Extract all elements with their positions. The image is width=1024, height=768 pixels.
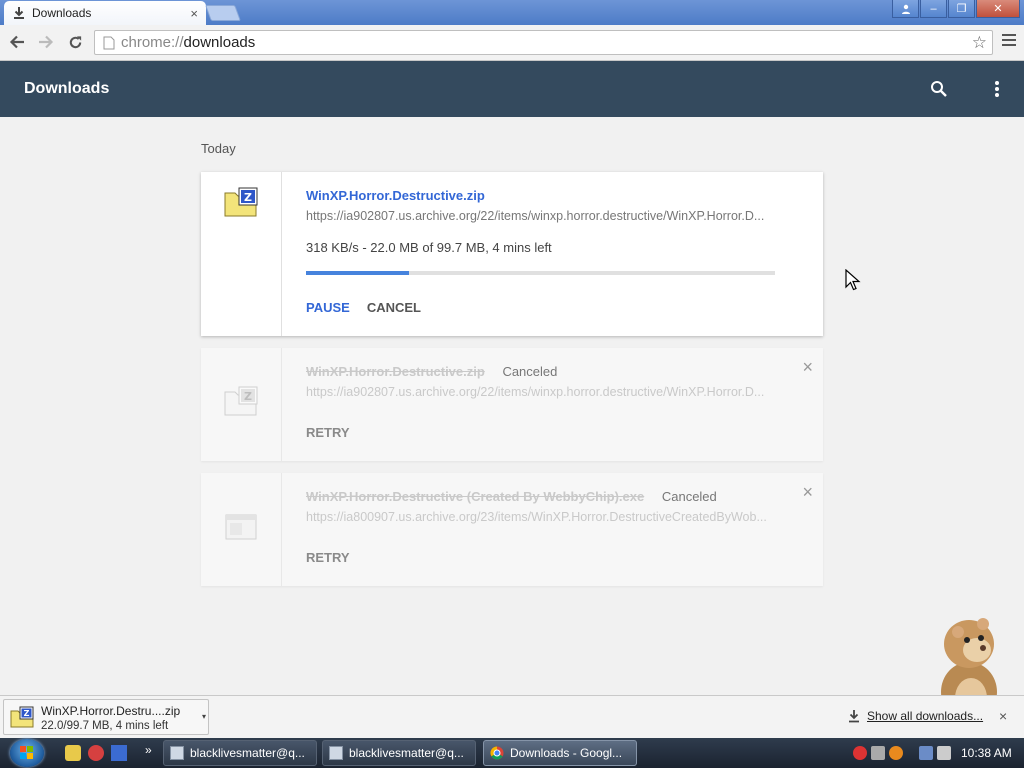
svg-text:Z: Z — [24, 709, 30, 718]
shelf-file-name: WinXP.Horror.Destru....zip — [41, 704, 181, 718]
file-icon-column: Z — [201, 172, 282, 336]
antivirus-icon[interactable] — [853, 746, 867, 760]
file-url[interactable]: https://ia902807.us.archive.org/22/items… — [306, 385, 776, 399]
retry-button[interactable]: RETRY — [306, 550, 350, 565]
download-item-canceled: Z WinXP.Horror.Destructive.zip Canceled … — [201, 348, 823, 461]
download-item-canceled: WinXP.Horror.Destructive (Created By Web… — [201, 473, 823, 586]
shelf-download-item[interactable]: Z WinXP.Horror.Destru....zip 22.0/99.7 M… — [3, 699, 209, 735]
tray-icon[interactable] — [889, 746, 903, 760]
file-title-row: WinXP.Horror.Destructive.zip Canceled — [306, 364, 557, 379]
pause-button[interactable]: PAUSE — [306, 300, 350, 315]
downloads-header: Downloads — [0, 61, 1024, 117]
page-title: Downloads — [24, 80, 110, 97]
window-title-bar: Downloads × – ❐ ✕ — [0, 0, 1024, 25]
tab-close-button[interactable]: × — [190, 6, 198, 21]
file-name: WinXP.Horror.Destructive.zip — [306, 364, 485, 379]
taskbar-button-label: Downloads - Googl... — [510, 746, 623, 760]
progress-bar-fill — [306, 271, 410, 275]
download-actions: RETRY — [306, 550, 350, 565]
cancel-button[interactable]: CANCEL — [367, 300, 421, 315]
taskbar-button-label: blacklivesmatter@q... — [349, 746, 464, 760]
retry-button[interactable]: RETRY — [306, 425, 350, 440]
forward-arrow-icon — [39, 35, 54, 49]
zip-file-icon: Z — [10, 706, 34, 728]
svg-text:Z: Z — [244, 390, 252, 403]
taskbar-clock[interactable]: 10:38 AM — [961, 746, 1012, 760]
bookmark-star-icon[interactable]: ☆ — [972, 33, 987, 53]
svg-text:Z: Z — [244, 191, 252, 204]
date-group-label: Today — [201, 141, 236, 156]
reload-button[interactable] — [65, 32, 85, 52]
search-button[interactable] — [930, 80, 948, 98]
zip-file-icon: Z — [224, 187, 258, 217]
quick-launch-more-icon[interactable]: » — [145, 743, 152, 757]
taskbar-button[interactable]: blacklivesmatter@q... — [322, 740, 476, 766]
chevron-down-icon[interactable]: ▾ — [202, 712, 206, 721]
download-icon — [849, 710, 859, 723]
progress-text: 318 KB/s - 22.0 MB of 99.7 MB, 4 mins le… — [306, 240, 552, 255]
page-icon — [103, 36, 115, 49]
reload-icon — [69, 35, 81, 48]
window-icon — [170, 746, 184, 760]
windows-logo-icon — [20, 746, 33, 759]
chrome-menu-button[interactable] — [1002, 34, 1016, 49]
restore-button[interactable]: ❐ — [948, 0, 975, 18]
file-url[interactable]: https://ia902807.us.archive.org/22/items… — [306, 209, 776, 223]
system-tray — [853, 738, 951, 768]
taskbar-button-chrome[interactable]: Downloads - Googl... — [483, 740, 637, 766]
download-icon — [12, 6, 26, 20]
window-icon — [329, 746, 343, 760]
search-icon — [931, 81, 947, 97]
new-tab-button[interactable] — [205, 5, 241, 21]
file-icon-column: Z — [201, 348, 282, 461]
quick-launch-icon[interactable] — [111, 745, 127, 761]
start-button[interactable] — [10, 739, 44, 767]
file-url[interactable]: https://ia800907.us.archive.org/23/items… — [306, 510, 776, 524]
quick-launch-icon[interactable] — [65, 745, 81, 761]
tab-downloads[interactable]: Downloads × — [4, 1, 206, 25]
file-name: WinXP.Horror.Destructive (Created By Web… — [306, 489, 645, 504]
taskbar-button[interactable]: blacklivesmatter@q... — [163, 740, 317, 766]
shelf-file-status: 22.0/99.7 MB, 4 mins left — [41, 720, 169, 732]
address-host: downloads — [183, 34, 256, 51]
user-icon — [901, 4, 910, 14]
forward-button[interactable] — [36, 32, 56, 52]
mouse-cursor-icon — [845, 269, 861, 291]
address-bar[interactable]: chrome://downloads ☆ — [94, 30, 993, 55]
close-shelf-icon[interactable]: × — [999, 708, 1007, 724]
tray-icon[interactable] — [871, 746, 885, 760]
back-arrow-icon — [9, 35, 24, 49]
show-all-label: Show all downloads... — [867, 709, 984, 723]
status-label: Canceled — [502, 364, 558, 379]
download-actions: PAUSE CANCEL — [306, 300, 421, 315]
zip-file-icon: Z — [224, 386, 258, 416]
address-scheme: chrome:// — [121, 34, 184, 51]
volume-icon[interactable] — [937, 746, 951, 760]
show-all-downloads-link[interactable]: Show all downloads... — [847, 709, 983, 723]
download-shelf: Z WinXP.Horror.Destru....zip 22.0/99.7 M… — [0, 695, 1024, 738]
back-button[interactable] — [7, 32, 27, 52]
exe-file-icon — [225, 514, 257, 540]
remove-item-icon[interactable]: × — [802, 482, 813, 503]
quick-launch-icon[interactable] — [88, 745, 104, 761]
remove-item-icon[interactable]: × — [802, 357, 813, 378]
download-actions: RETRY — [306, 425, 350, 440]
user-profile-button[interactable] — [892, 0, 919, 18]
taskbar-button-label: blacklivesmatter@q... — [190, 746, 305, 760]
minimize-button[interactable]: – — [920, 0, 947, 18]
file-title-row: WinXP.Horror.Destructive (Created By Web… — [306, 489, 717, 504]
download-item-active: Z WinXP.Horror.Destructive.zip https://i… — [201, 172, 823, 336]
tab-title: Downloads — [32, 6, 92, 20]
file-icon-column — [201, 473, 282, 586]
network-icon[interactable] — [919, 746, 933, 760]
window-controls: – ❐ ✕ — [892, 0, 1020, 18]
windows-taskbar: » blacklivesmatter@q... blacklivesmatter… — [0, 738, 1024, 768]
file-name-link[interactable]: WinXP.Horror.Destructive.zip — [306, 188, 485, 203]
progress-bar — [306, 271, 775, 275]
browser-toolbar: chrome://downloads ☆ — [0, 25, 1024, 61]
close-window-button[interactable]: ✕ — [976, 0, 1020, 18]
status-label: Canceled — [661, 489, 717, 504]
more-options-button[interactable] — [994, 81, 1000, 97]
chrome-icon — [490, 746, 504, 760]
